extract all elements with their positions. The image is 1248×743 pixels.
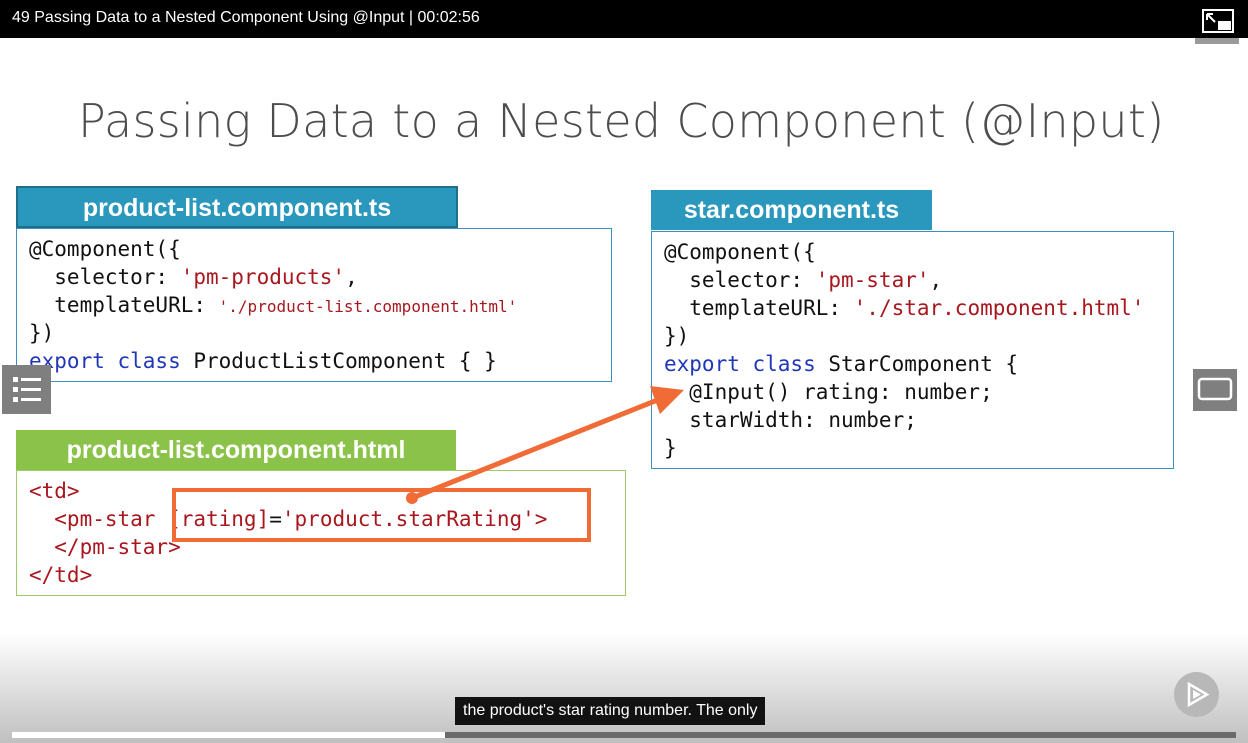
code-line: templateURL: './star.component.html' bbox=[664, 296, 1145, 320]
progress-bar[interactable] bbox=[12, 732, 1236, 738]
top-corner-tab bbox=[1195, 38, 1239, 44]
code-line: templateURL: './product-list.component.h… bbox=[29, 293, 518, 317]
code-line: }) bbox=[664, 324, 690, 348]
exit-picture-in-picture-icon[interactable] bbox=[1202, 9, 1234, 33]
code-line: @Input() rating: number; bbox=[664, 380, 993, 404]
star-ts-header: star.component.ts bbox=[651, 190, 932, 230]
code-line: }) bbox=[29, 321, 55, 345]
code-line: </td> bbox=[29, 563, 93, 587]
product-list-ts-code: @Component({ selector: 'pm-products', te… bbox=[16, 228, 612, 382]
product-list-html-header: product-list.component.html bbox=[16, 430, 456, 470]
code-line: @Component({ bbox=[29, 237, 181, 261]
play-logo-icon[interactable] bbox=[1174, 672, 1219, 717]
screen-icon[interactable] bbox=[1193, 369, 1237, 411]
code-line: export class StarComponent { bbox=[664, 352, 1019, 376]
slide-title: Passing Data to a Nested Component (@Inp… bbox=[78, 94, 1165, 148]
list-icon[interactable] bbox=[2, 365, 51, 414]
bottom-fade bbox=[0, 633, 1248, 743]
code-line: @Component({ bbox=[664, 240, 816, 264]
product-list-ts-header: product-list.component.ts bbox=[16, 186, 458, 228]
progress-fill bbox=[12, 732, 446, 738]
code-line: selector: 'pm-star', bbox=[664, 268, 943, 292]
subtitle-caption: the product's star rating number. The on… bbox=[455, 697, 766, 725]
code-line: export class ProductListComponent { } bbox=[29, 349, 497, 373]
star-ts-code: @Component({ selector: 'pm-star', templa… bbox=[651, 231, 1174, 469]
rating-binding-highlight bbox=[172, 488, 591, 542]
code-line: starWidth: number; bbox=[664, 408, 917, 432]
code-line: } bbox=[664, 436, 677, 460]
player-title-bar: 49 Passing Data to a Nested Component Us… bbox=[0, 0, 1248, 38]
video-title: 49 Passing Data to a Nested Component Us… bbox=[12, 9, 480, 26]
slide: Passing Data to a Nested Component (@Inp… bbox=[0, 38, 1248, 743]
code-line: selector: 'pm-products', bbox=[29, 265, 358, 289]
